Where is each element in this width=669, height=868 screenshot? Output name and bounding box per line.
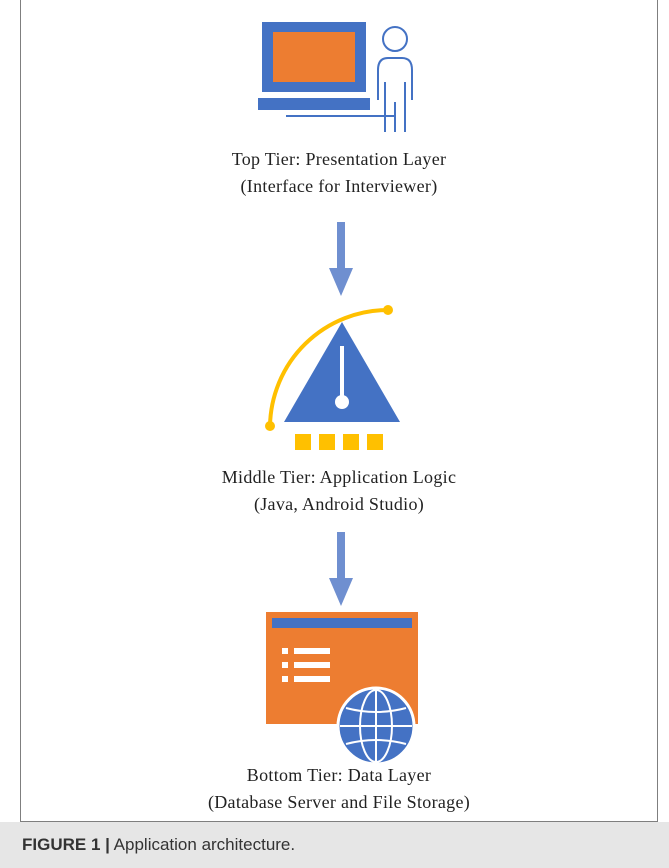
top-tier-title: Top Tier: Presentation Layer <box>231 149 447 169</box>
middle-tier-title: Middle Tier: Application Logic <box>221 467 457 487</box>
laptop-base <box>258 98 370 110</box>
logic-block-2 <box>319 434 335 450</box>
user-body <box>377 57 413 100</box>
middle-tier-text: Middle Tier: Application Logic (Java, An… <box>20 464 658 518</box>
window-titlebar <box>272 618 412 628</box>
down-arrow-icon <box>329 532 353 606</box>
figure-caption: FIGURE 1 | Application architecture. <box>22 835 295 855</box>
laptop-user-icon <box>258 22 413 132</box>
down-arrow-icon <box>329 222 353 296</box>
top-tier-subtitle: (Interface for Interviewer) <box>240 176 438 196</box>
middle-tier-subtitle: (Java, Android Studio) <box>253 494 425 514</box>
laptop-display <box>273 32 355 82</box>
bottom-tier-title: Bottom Tier: Data Layer <box>246 765 432 785</box>
bottom-tier-subtitle: (Database Server and File Storage) <box>207 792 471 812</box>
caption-label: FIGURE 1 | <box>22 835 110 854</box>
logic-block-4 <box>367 434 383 450</box>
web-database-icon <box>266 612 418 766</box>
logic-block-3 <box>343 434 359 450</box>
bottom-tier-text: Bottom Tier: Data Layer (Database Server… <box>20 762 658 816</box>
logic-block-1 <box>295 434 311 450</box>
caption-text: Application architecture. <box>109 835 296 854</box>
user-head <box>382 26 408 52</box>
top-tier-text: Top Tier: Presentation Layer (Interface … <box>20 146 658 200</box>
application-logic-icon <box>265 305 400 450</box>
